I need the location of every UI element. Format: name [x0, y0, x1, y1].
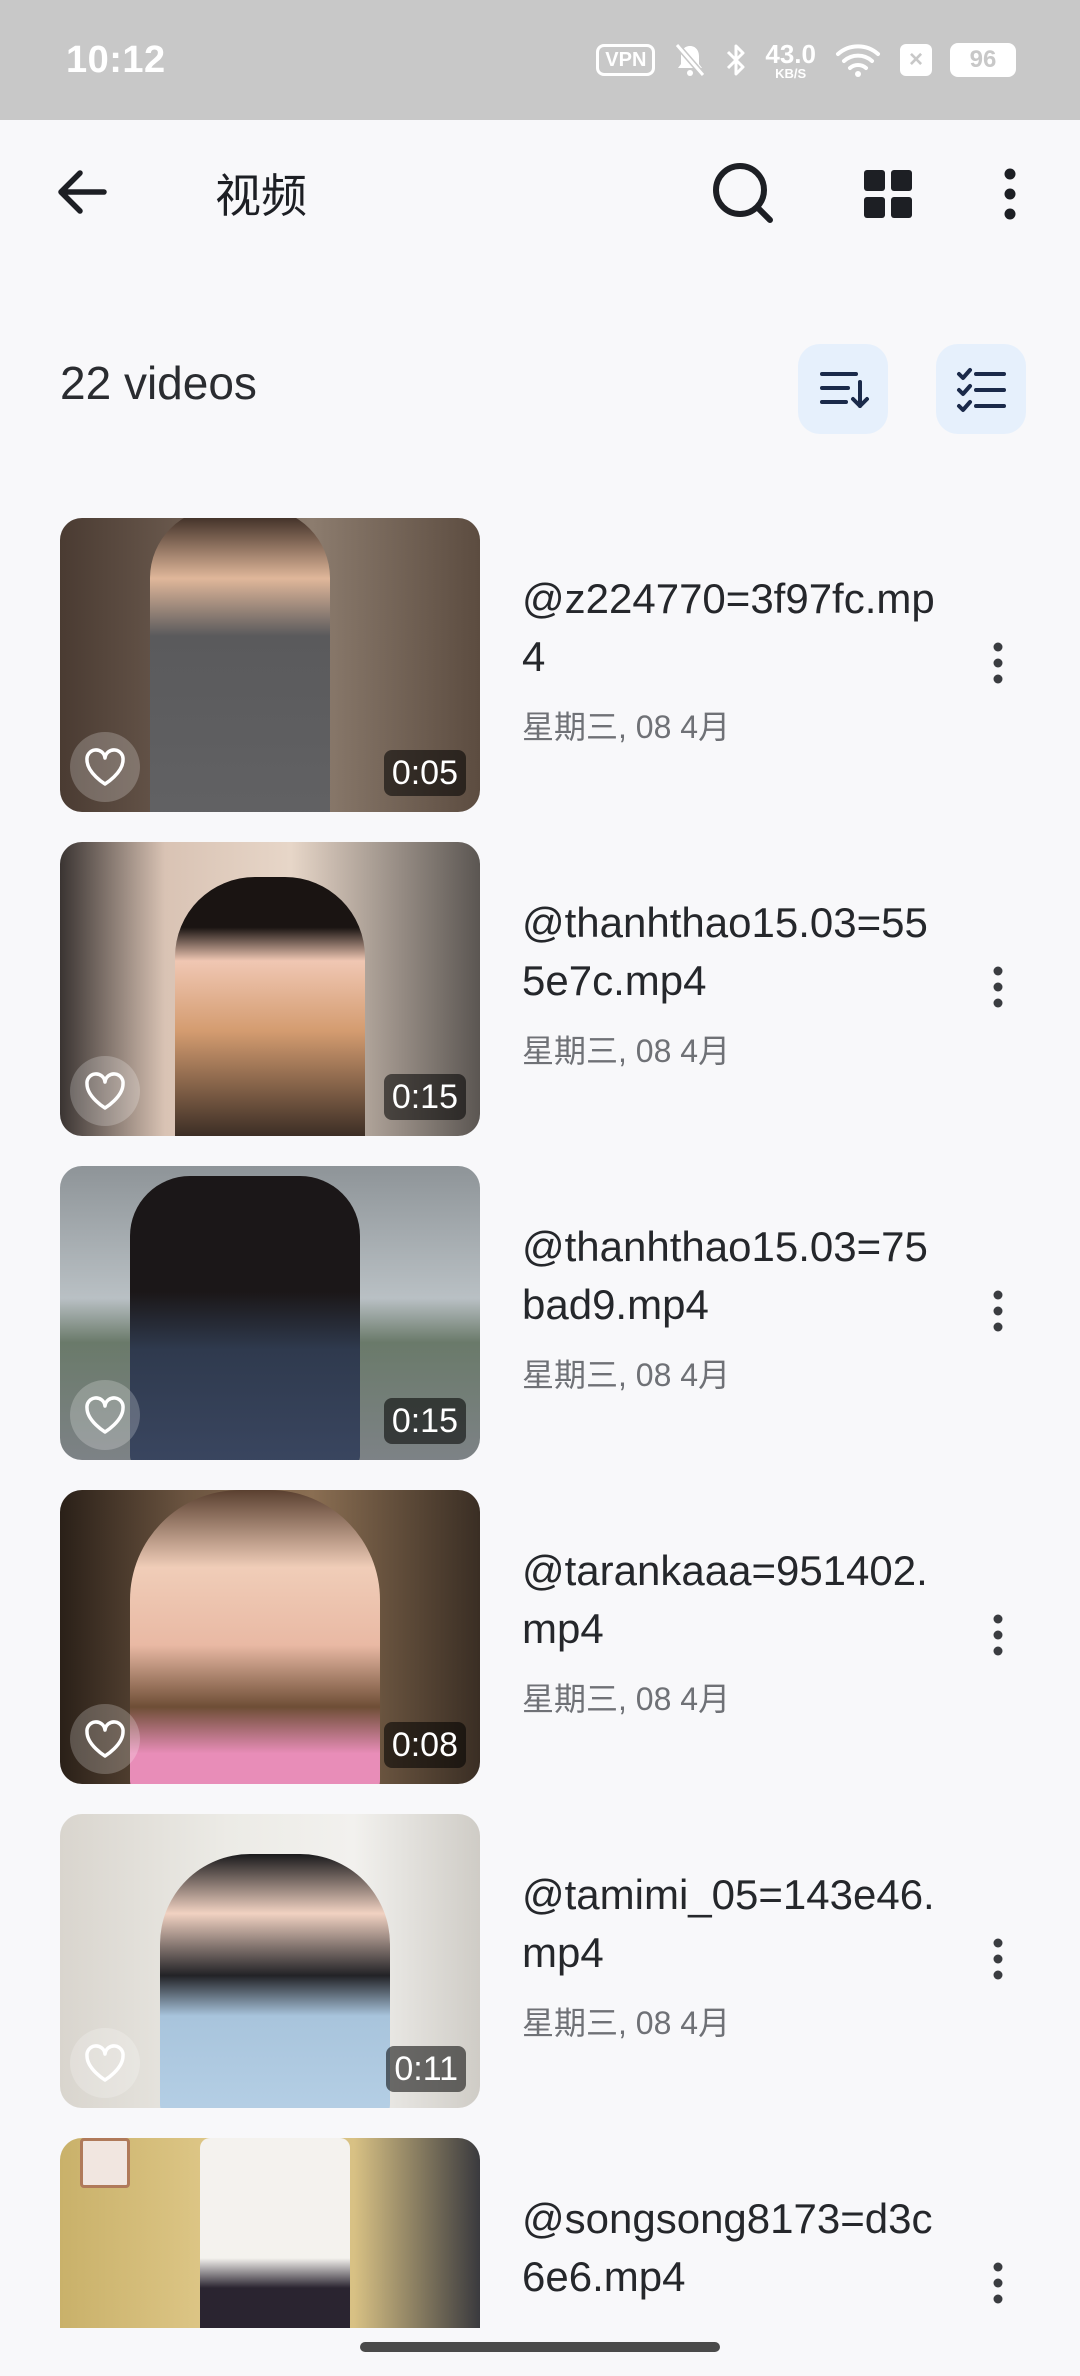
network-speed: 43.0 KB/S	[765, 41, 816, 80]
video-more-button[interactable]	[978, 2248, 1018, 2318]
video-count: 22 videos	[60, 357, 257, 409]
thumbnail-figure	[175, 877, 365, 1136]
heart-outline-icon	[85, 1396, 125, 1434]
video-date: 星期三, 08 4月	[522, 1681, 731, 1717]
thumbnail-figure	[150, 518, 330, 812]
video-duration: 0:15	[383, 1074, 466, 1120]
bluetooth-icon	[725, 42, 747, 78]
more-vertical-icon	[993, 966, 1003, 1008]
back-button[interactable]	[52, 160, 116, 224]
video-thumbnail[interactable]	[60, 2138, 480, 2328]
video-list-item[interactable]: 0:15 @thanhthao15.03=75bad9.mp4 星期三, 08 …	[0, 1166, 1080, 1462]
favorite-button[interactable]	[70, 1056, 140, 1126]
home-indicator[interactable]	[360, 2342, 720, 2352]
video-duration: 0:11	[386, 2046, 466, 2092]
video-duration: 0:05	[383, 750, 466, 796]
favorite-button[interactable]	[70, 1704, 140, 1774]
heart-outline-icon	[85, 748, 125, 786]
select-mode-button[interactable]	[936, 344, 1026, 434]
video-list-item[interactable]: @songsong8173=d3c6e6.mp4	[0, 2138, 1080, 2328]
more-vertical-icon	[993, 642, 1003, 684]
video-thumbnail[interactable]: 0:08	[60, 1490, 480, 1784]
favorite-button[interactable]	[70, 732, 140, 802]
thumbnail-poster	[80, 2138, 130, 2188]
status-bar: 10:12 VPN 43.0 KB/S × 96	[0, 0, 1080, 120]
video-title: @tarankaaa=951402.mp4	[522, 1547, 928, 1652]
video-thumbnail[interactable]: 0:15	[60, 842, 480, 1136]
video-title: @thanhthao15.03=75bad9.mp4	[522, 1223, 928, 1328]
wifi-icon	[834, 42, 882, 78]
battery-icon: 96	[950, 43, 1016, 77]
app-bar: 视频	[0, 120, 1080, 262]
video-title: @songsong8173=d3c6e6.mp4	[522, 2195, 933, 2300]
arrow-left-icon	[58, 170, 107, 214]
heart-outline-icon	[85, 2044, 125, 2082]
video-duration: 0:15	[383, 1398, 466, 1444]
more-vertical-icon	[1004, 168, 1016, 220]
grid-view-icon	[864, 170, 912, 218]
close-badge-icon: ×	[900, 44, 932, 76]
video-duration: 0:08	[383, 1722, 466, 1768]
video-date: 星期三, 08 4月	[522, 709, 731, 745]
sort-icon	[820, 372, 869, 408]
network-speed-value: 43.0	[765, 38, 816, 69]
video-list-item[interactable]: 0:05 @z224770=3f97fc.mp4 星期三, 08 4月	[0, 518, 1080, 814]
video-thumbnail[interactable]: 0:11	[60, 1814, 480, 2108]
video-list-item[interactable]: 0:11 @tamimi_05=143e46.mp4 星期三, 08 4月	[0, 1814, 1080, 2110]
video-thumbnail[interactable]: 0:05	[60, 518, 480, 812]
more-vertical-icon	[993, 1290, 1003, 1332]
video-more-button[interactable]	[978, 628, 1018, 698]
vpn-icon: VPN	[596, 44, 656, 76]
sort-button[interactable]	[798, 344, 888, 434]
favorite-button[interactable]	[70, 2028, 140, 2098]
battery-level: 96	[969, 46, 997, 73]
video-thumbnail[interactable]: 0:15	[60, 1166, 480, 1460]
network-speed-unit: KB/S	[775, 65, 807, 81]
checklist-icon	[957, 368, 1006, 412]
video-more-button[interactable]	[978, 1276, 1018, 1346]
video-more-button[interactable]	[978, 952, 1018, 1022]
search-icon	[713, 163, 773, 223]
heart-outline-icon	[85, 1720, 125, 1758]
mute-bell-icon	[673, 42, 707, 78]
heart-outline-icon	[85, 1072, 125, 1110]
more-vertical-icon	[993, 1938, 1003, 1980]
video-date: 星期三, 08 4月	[522, 2005, 731, 2041]
thumbnail-figure	[160, 1854, 390, 2108]
video-date: 星期三, 08 4月	[522, 1357, 731, 1393]
status-icons: VPN 43.0 KB/S × 96	[596, 41, 1016, 80]
video-list-item[interactable]: 0:08 @tarankaaa=951402.mp4 星期三, 08 4月	[0, 1490, 1080, 1786]
thumbnail-figure	[200, 2138, 350, 2328]
video-more-button[interactable]	[978, 1924, 1018, 1994]
video-title: @tamimi_05=143e46.mp4	[522, 1871, 935, 1976]
page-title: 视频	[215, 170, 307, 222]
thumbnail-figure	[130, 1176, 360, 1460]
search-button[interactable]	[708, 158, 778, 228]
more-vertical-icon	[993, 2262, 1003, 2304]
video-title: @thanhthao15.03=555e7c.mp4	[522, 899, 928, 1004]
more-vertical-icon	[993, 1614, 1003, 1656]
video-list-item[interactable]: 0:15 @thanhthao15.03=555e7c.mp4 星期三, 08 …	[0, 842, 1080, 1138]
status-time: 10:12	[66, 38, 166, 81]
thumbnail-figure	[130, 1490, 380, 1784]
more-options-button[interactable]	[990, 164, 1030, 224]
favorite-button[interactable]	[70, 1380, 140, 1450]
grid-view-button[interactable]	[858, 164, 918, 224]
video-more-button[interactable]	[978, 1600, 1018, 1670]
video-title: @z224770=3f97fc.mp4	[522, 575, 935, 680]
video-date: 星期三, 08 4月	[522, 1033, 731, 1069]
